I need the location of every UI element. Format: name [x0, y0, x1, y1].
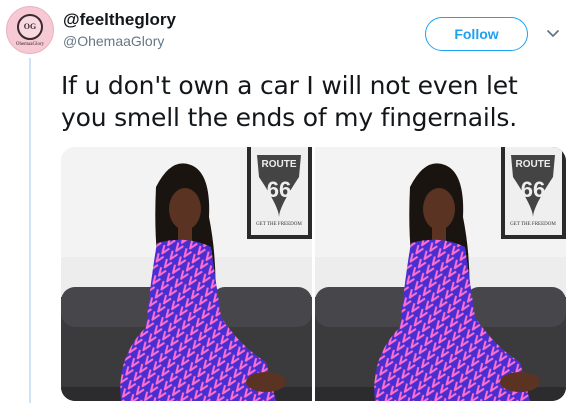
sign-top-text: ROUTE — [262, 159, 297, 170]
sign-number-text: 66 — [521, 177, 545, 202]
chevron-down-icon[interactable] — [546, 26, 560, 40]
sign-top-text: ROUTE — [516, 159, 551, 170]
user-handle[interactable]: @OhemaaGlory — [63, 32, 176, 50]
photo-right[interactable]: ROUTE 66 GET THE FREEDOM — [315, 147, 566, 401]
photo-left-image: ROUTE 66 GET THE FREEDOM — [61, 147, 312, 401]
sign-number-text: 66 — [267, 177, 291, 202]
author-names: @feeltheglory @OhemaaGlory — [63, 10, 176, 50]
tweet-text: If u don't own a car I will not even let… — [61, 71, 518, 132]
sign-bottom-text: GET THE FREEDOM — [256, 222, 302, 227]
avatar-monogram: OG — [17, 13, 43, 40]
avatar-brand: OhemaaGlory — [15, 41, 45, 47]
sign-bottom-text: GET THE FREEDOM — [510, 222, 556, 227]
display-name[interactable]: @feeltheglory — [63, 10, 176, 30]
photo-left[interactable]: ROUTE 66 GET THE FREEDOM — [61, 147, 312, 401]
follow-button[interactable]: Follow — [425, 17, 528, 51]
thread-line — [29, 58, 31, 403]
photo-right-image: ROUTE 66 GET THE FREEDOM — [315, 147, 566, 401]
tweet-media: ROUTE 66 GET THE FREEDOM ROUTE 66 GET TH… — [61, 147, 566, 401]
avatar[interactable]: OG OhemaaGlory — [6, 6, 54, 54]
